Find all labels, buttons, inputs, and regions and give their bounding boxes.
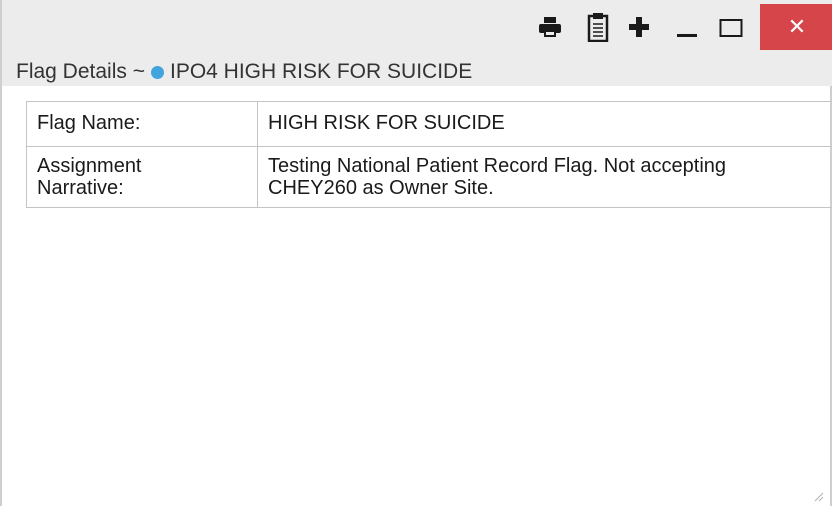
resize-grip-icon[interactable] [812,490,824,502]
add-button[interactable] [624,12,654,42]
minimize-button[interactable] [672,12,702,42]
print-icon [539,17,561,37]
title-bar: ✕ Flag Details ~ IPO4 HIGH RISK FOR SUIC… [2,0,832,86]
copy-button[interactable] [583,12,613,42]
flag-name-value: HIGH RISK FOR SUICIDE [257,101,832,147]
plus-icon [629,17,649,37]
print-button[interactable] [535,12,565,42]
label-line: Narrative: [37,177,124,199]
clipboard-icon [587,13,609,42]
close-icon: ✕ [787,14,807,40]
narrative-line: Testing National Patient Record Flag. No… [268,155,727,177]
flag-details-window: ✕ Flag Details ~ IPO4 HIGH RISK FOR SUIC… [0,0,832,506]
flag-name-label: Flag Name: [26,101,258,147]
assignment-narrative-value: Testing National Patient Record Flag. No… [257,146,832,208]
maximize-icon [719,19,743,37]
label-line: Assignment [37,155,142,177]
assignment-narrative-label: Assignment Narrative: [26,146,258,208]
close-button[interactable]: ✕ [760,4,832,50]
flag-status-dot [150,65,164,79]
title-prefix: Flag Details ~ [16,60,145,83]
minimize-icon [677,34,697,37]
narrative-line: CHEY260 as Owner Site. [268,177,494,199]
maximize-button[interactable] [716,12,746,42]
table-row: Assignment Narrative: Testing National P… [26,146,832,208]
window-title: Flag Details ~ IPO4 HIGH RISK FOR SUICID… [16,58,472,86]
flag-details-table: Flag Name: HIGH RISK FOR SUICIDE Assignm… [26,101,832,208]
table-row: Flag Name: HIGH RISK FOR SUICIDE [26,101,832,147]
flag-title: IPO4 HIGH RISK FOR SUICIDE [169,60,473,83]
